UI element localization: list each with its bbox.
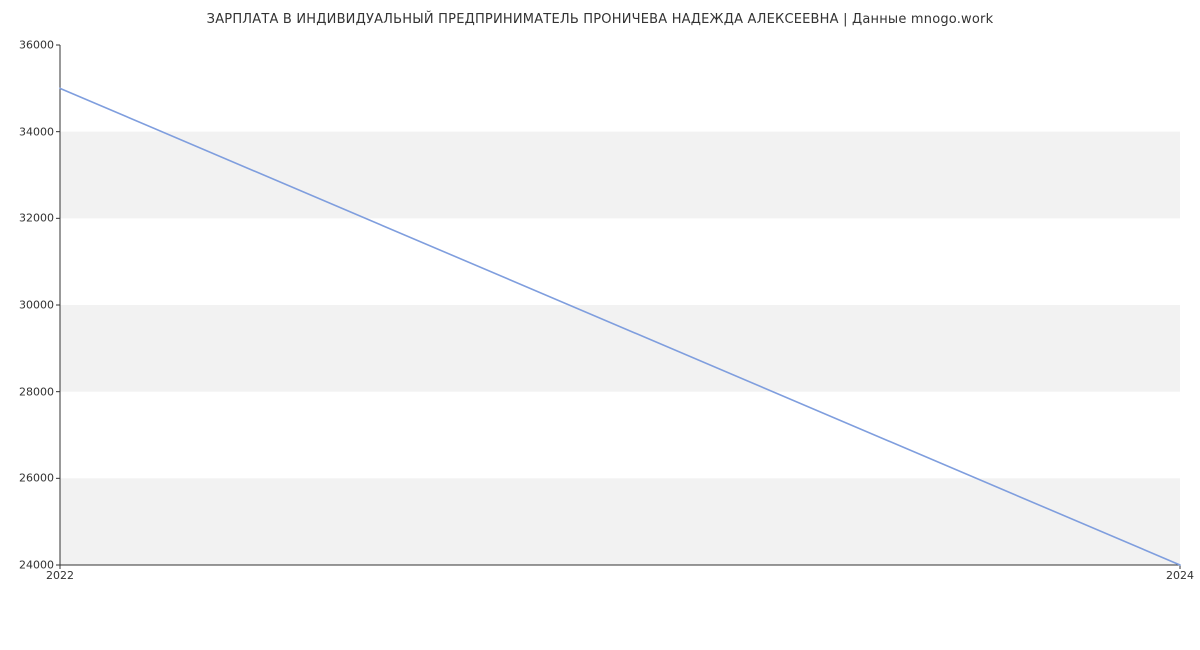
y-tick-label: 28000	[4, 385, 54, 398]
y-tick-label: 32000	[4, 212, 54, 225]
chart-title: ЗАРПЛАТА В ИНДИВИДУАЛЬНЫЙ ПРЕДПРИНИМАТЕЛ…	[0, 12, 1200, 27]
plot-area	[60, 45, 1180, 565]
chart-svg	[60, 45, 1180, 565]
y-tick-label: 30000	[4, 299, 54, 312]
chart-container: ЗАРПЛАТА В ИНДИВИДУАЛЬНЫЙ ПРЕДПРИНИМАТЕЛ…	[0, 0, 1200, 620]
y-tick-label: 26000	[4, 472, 54, 485]
x-tick-label: 2022	[46, 569, 74, 582]
x-tick-label: 2024	[1166, 569, 1194, 582]
y-tick-label: 34000	[4, 125, 54, 138]
y-tick-label: 36000	[4, 39, 54, 52]
